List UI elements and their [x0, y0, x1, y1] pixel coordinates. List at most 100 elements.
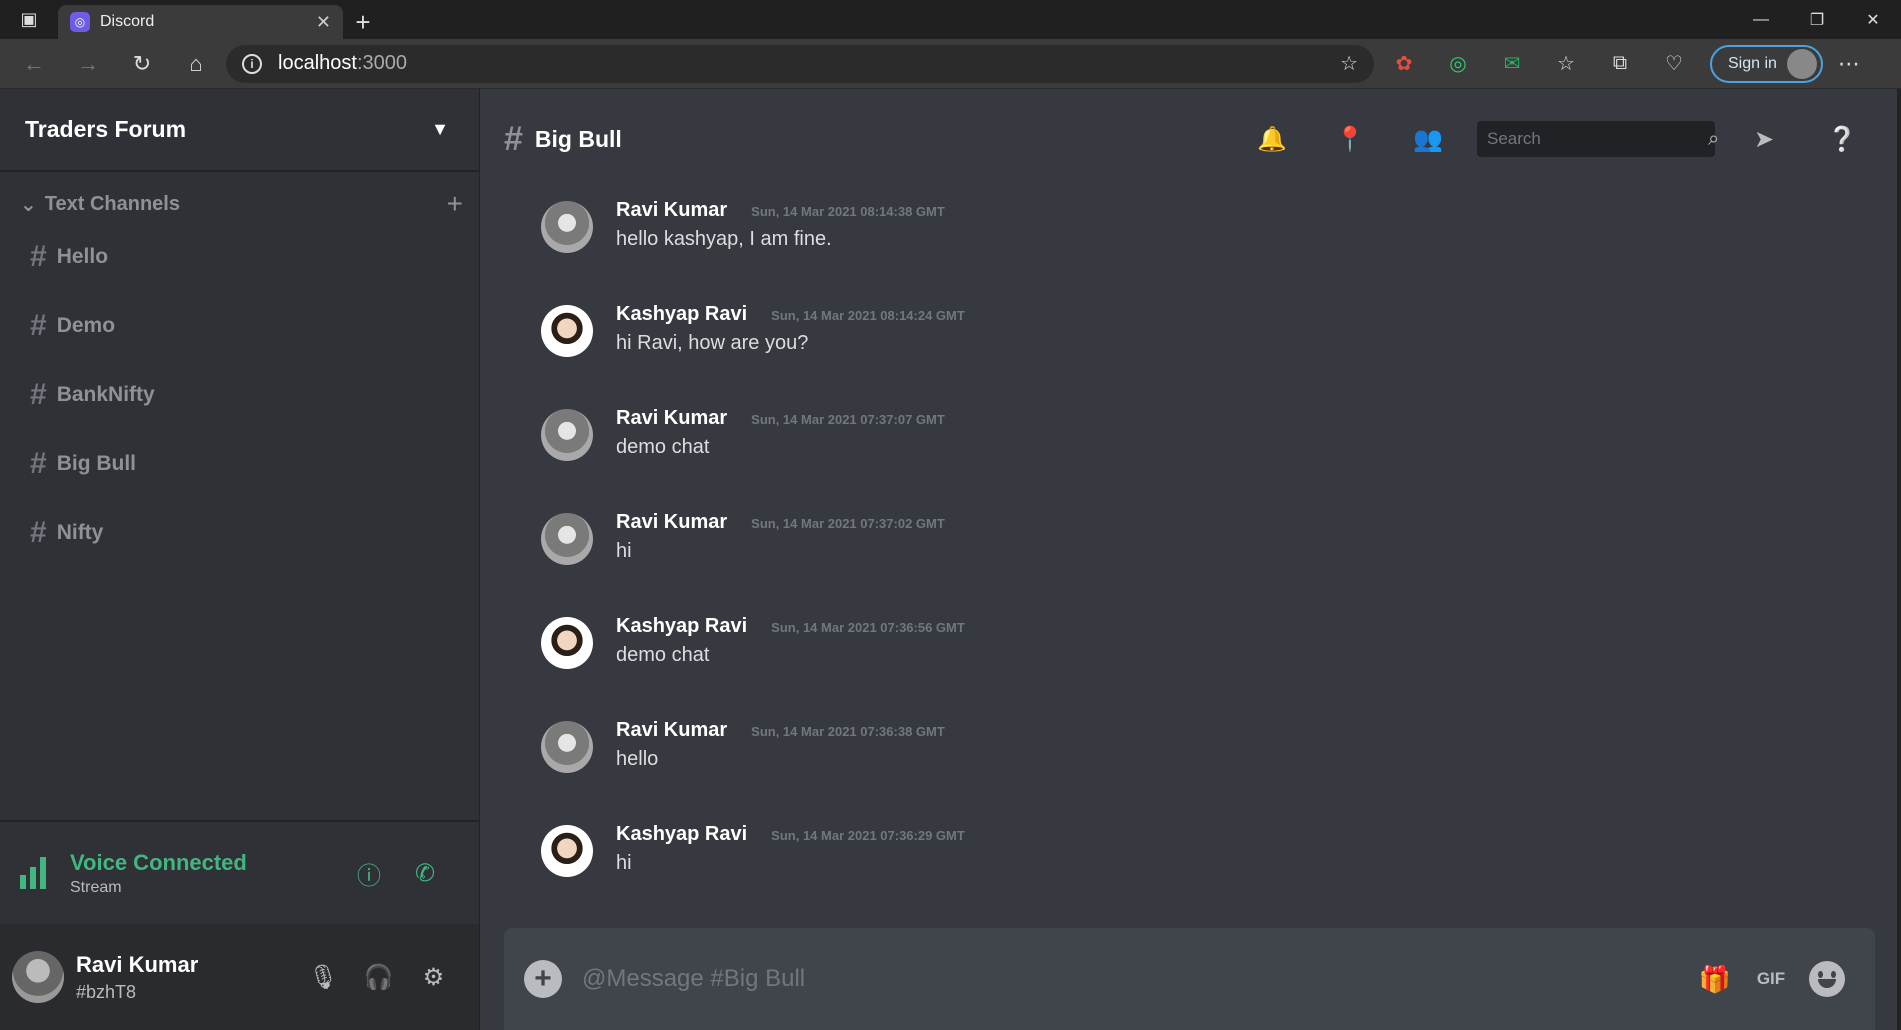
extension-mail-icon[interactable]: ✉	[1488, 44, 1536, 84]
forward-icon[interactable]: →	[64, 44, 112, 84]
close-tab-icon[interactable]: ✕	[316, 12, 331, 33]
message-text: hi Ravi, how are you?	[616, 332, 809, 354]
gif-button[interactable]: GIF	[1743, 957, 1799, 1001]
new-tab-button[interactable]: +	[343, 5, 383, 39]
restore-icon[interactable]: ❐	[1789, 0, 1845, 39]
scrollbar[interactable]	[1897, 89, 1901, 1030]
voice-status-panel: Voice Connected Stream ⓘ ✆	[0, 820, 479, 924]
avatar[interactable]	[541, 201, 593, 253]
channel-item-hello[interactable]: # Hello	[0, 222, 479, 291]
extension-green-icon[interactable]: ◎	[1434, 44, 1482, 84]
message-timestamp: Sun, 14 Mar 2021 08:14:24 GMT	[771, 308, 965, 323]
help-icon[interactable]: ❔	[1803, 117, 1881, 161]
url-port: :3000	[356, 52, 407, 74]
chevron-down-icon: ⌄	[20, 193, 37, 216]
avatar[interactable]	[541, 721, 593, 773]
microphone-icon[interactable]: 🎙	[296, 957, 351, 997]
minimize-icon[interactable]: —	[1733, 0, 1789, 39]
back-icon[interactable]: ←	[10, 44, 58, 84]
search-input[interactable]	[1487, 129, 1708, 149]
hash-icon: #	[30, 446, 47, 480]
avatar[interactable]	[541, 409, 593, 461]
message-item: Kashyap Ravi Sun, 14 Mar 2021 08:14:24 GM…	[541, 303, 1901, 407]
channel-label: Nifty	[56, 520, 104, 544]
message-text: hi	[616, 540, 632, 562]
message-item: Ravi Kumar Sun, 14 Mar 2021 08:14:38 GMT …	[541, 199, 1901, 303]
chat-area: # Big Bull 🔔 📍 👥 ⌕ ➤ ❔ Ravi Kumar Sun, 14…	[480, 89, 1901, 1030]
signal-bars-icon	[20, 857, 46, 889]
message-author[interactable]: Ravi Kumar	[616, 719, 727, 742]
search-icon[interactable]: ⌕	[1708, 128, 1719, 151]
voice-status-subtitle: Stream	[70, 878, 122, 896]
message-list: Ravi Kumar Sun, 14 Mar 2021 08:14:38 GMT …	[480, 189, 1901, 928]
server-header[interactable]: Traders Forum ▼	[0, 89, 479, 172]
message-author[interactable]: Ravi Kumar	[616, 511, 727, 534]
avatar[interactable]	[541, 825, 593, 877]
message-item: Ravi Kumar Sun, 14 Mar 2021 07:37:07 GMT …	[541, 407, 1901, 511]
channel-sidebar: Traders Forum ▼ ⌄ Text Channels + # Hello …	[0, 89, 480, 1030]
message-author[interactable]: Kashyap Ravi	[616, 615, 747, 638]
message-text: hi	[616, 852, 632, 874]
channel-label: Hello	[56, 244, 109, 268]
channel-item-nifty[interactable]: # Nifty	[0, 498, 479, 567]
collections-icon[interactable]: ⧉	[1596, 44, 1644, 84]
browser-tab[interactable]: ◎ Discord ✕	[58, 5, 343, 39]
add-favorite-icon[interactable]: ☆	[1340, 51, 1358, 76]
sign-in-button[interactable]: Sign in	[1710, 44, 1823, 83]
category-header[interactable]: ⌄ Text Channels +	[0, 186, 479, 222]
browser-toolbar: ← → ↻ ⌂ i localhost:3000 ☆ ✿ ◎ ✉ ☆ ⧉ ♡ S…	[0, 39, 1901, 89]
channel-title: Big Bull	[534, 125, 622, 152]
gear-icon[interactable]: ⚙	[406, 957, 461, 997]
message-timestamp: Sun, 14 Mar 2021 08:14:38 GMT	[751, 204, 945, 219]
refresh-icon[interactable]: ↻	[118, 44, 166, 84]
browser-tabbar: ▣ ◎ Discord ✕ + — ❐ ✕	[0, 0, 1901, 39]
message-input[interactable]	[582, 965, 1687, 993]
category-label: Text Channels	[44, 192, 180, 215]
connection-info-icon[interactable]: ⓘ	[341, 853, 397, 893]
avatar[interactable]	[12, 951, 64, 1003]
site-info-icon[interactable]: i	[242, 53, 262, 74]
tab-actions-icon[interactable]: ▣	[0, 0, 58, 39]
bell-icon[interactable]: 🔔	[1233, 117, 1311, 161]
emoji-icon[interactable]	[1799, 957, 1855, 1001]
more-menu-icon[interactable]: ⋯	[1829, 51, 1869, 77]
url-text: localhost:3000	[278, 52, 1324, 75]
address-bar[interactable]: i localhost:3000 ☆	[226, 44, 1374, 83]
search-box[interactable]: ⌕	[1477, 121, 1719, 157]
chevron-down-icon[interactable]: ▼	[431, 119, 449, 140]
message-text: hello	[616, 748, 659, 770]
extension-red-icon[interactable]: ✿	[1380, 44, 1428, 84]
message-author[interactable]: Kashyap Ravi	[616, 303, 747, 326]
message-author[interactable]: Ravi Kumar	[616, 407, 727, 430]
gift-icon[interactable]: 🎁	[1687, 957, 1743, 1001]
avatar[interactable]	[541, 305, 593, 357]
channel-item-demo[interactable]: # Demo	[0, 291, 479, 360]
avatar[interactable]	[541, 513, 593, 565]
tab-title: Discord	[100, 13, 155, 30]
hash-icon: #	[30, 239, 47, 273]
category-toggle[interactable]: ⌄ Text Channels	[20, 192, 180, 217]
channel-item-banknifty[interactable]: # BankNifty	[0, 360, 479, 429]
message-author[interactable]: Kashyap Ravi	[616, 823, 747, 846]
server-name: Traders Forum	[25, 116, 187, 142]
headphones-icon[interactable]: 🎧	[351, 957, 406, 997]
message-timestamp: Sun, 14 Mar 2021 07:36:29 GMT	[771, 828, 965, 843]
add-channel-icon[interactable]: +	[447, 188, 463, 220]
message-timestamp: Sun, 14 Mar 2021 07:37:07 GMT	[751, 412, 945, 427]
home-icon[interactable]: ⌂	[172, 44, 220, 84]
favorites-icon[interactable]: ☆	[1542, 44, 1590, 84]
avatar[interactable]	[541, 617, 593, 669]
message-author[interactable]: Ravi Kumar	[616, 199, 727, 222]
pin-icon[interactable]: 📍	[1311, 117, 1389, 161]
browser-essentials-icon[interactable]: ♡	[1650, 44, 1698, 84]
profile-avatar	[1786, 48, 1817, 79]
user-panel: Ravi Kumar #bzhT8 🎙 🎧 ⚙	[0, 924, 479, 1030]
send-icon[interactable]: ➤	[1725, 117, 1803, 161]
channel-item-big-bull[interactable]: # Big Bull	[0, 429, 479, 498]
add-attachment-icon[interactable]: +	[524, 960, 562, 998]
disconnect-call-icon[interactable]: ✆	[397, 853, 453, 893]
channel-label: BankNifty	[56, 382, 155, 406]
members-icon[interactable]: 👥	[1389, 117, 1467, 161]
close-window-icon[interactable]: ✕	[1845, 0, 1901, 39]
hash-icon: #	[30, 377, 47, 411]
